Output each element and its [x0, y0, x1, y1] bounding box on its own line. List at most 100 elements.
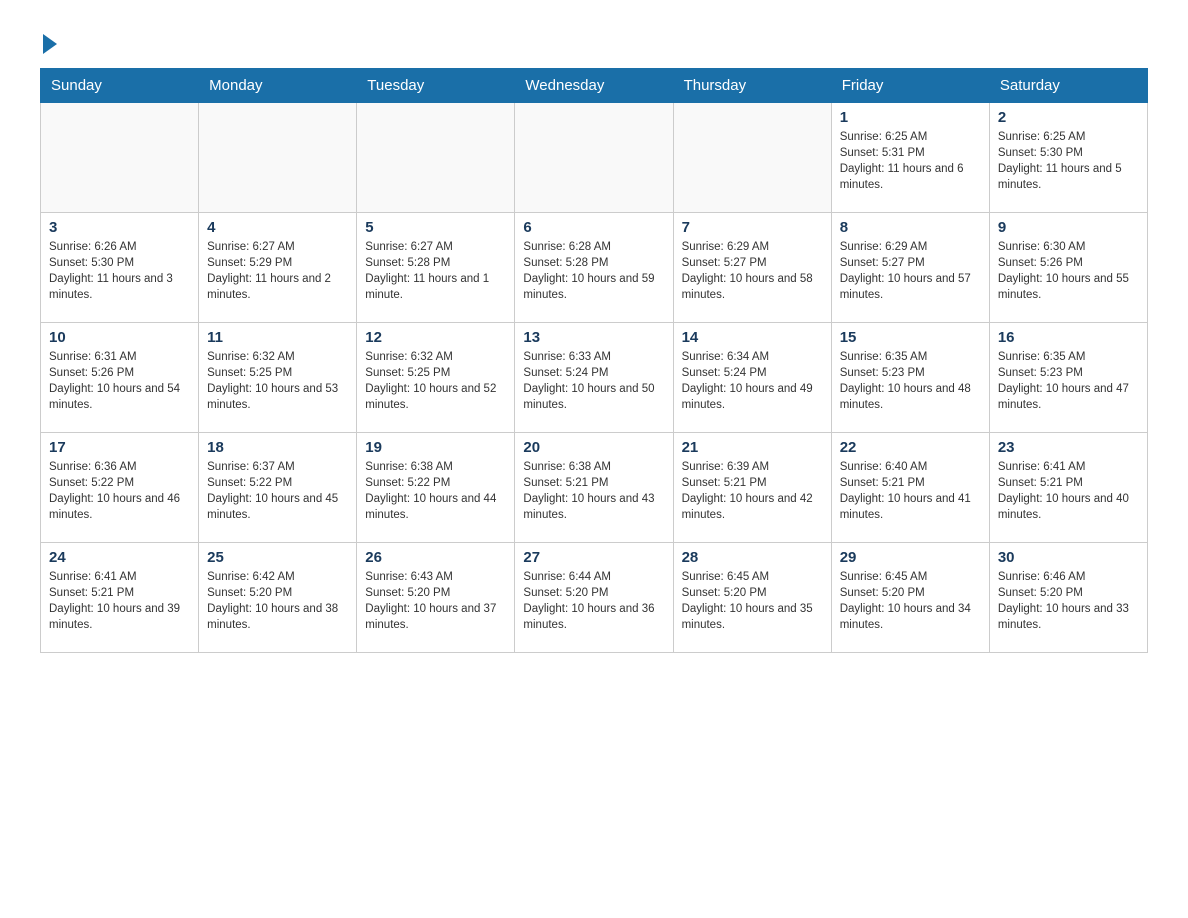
logo-arrow-icon	[43, 34, 57, 54]
day-info: Sunrise: 6:29 AMSunset: 5:27 PMDaylight:…	[682, 239, 823, 303]
calendar-cell: 4 Sunrise: 6:27 AMSunset: 5:29 PMDaylight…	[199, 213, 357, 323]
day-number: 18	[207, 439, 348, 456]
day-number: 13	[523, 329, 664, 346]
calendar-cell: 20 Sunrise: 6:38 AMSunset: 5:21 PMDayligh…	[515, 433, 673, 543]
day-number: 28	[682, 549, 823, 566]
weekday-header-wednesday: Wednesday	[515, 69, 673, 103]
weekday-header-row: SundayMondayTuesdayWednesdayThursdayFrid…	[41, 69, 1148, 103]
day-info: Sunrise: 6:38 AMSunset: 5:22 PMDaylight:…	[365, 459, 506, 523]
day-number: 12	[365, 329, 506, 346]
weekday-header-saturday: Saturday	[989, 69, 1147, 103]
calendar-cell: 8Sunrise: 6:29 AMSunset: 5:27 PMDaylight…	[831, 213, 989, 323]
day-info: Sunrise: 6:34 AMSunset: 5:24 PMDaylight:…	[682, 349, 823, 413]
day-info: Sunrise: 6:27 AMSunset: 5:28 PMDaylight:…	[365, 239, 506, 303]
calendar-week-row: 3 Sunrise: 6:26 AMSunset: 5:30 PMDaylight…	[41, 213, 1148, 323]
day-number: 5	[365, 219, 506, 236]
calendar-cell: 21 Sunrise: 6:39 AMSunset: 5:21 PMDayligh…	[673, 433, 831, 543]
calendar-cell: 23 Sunrise: 6:41 AMSunset: 5:21 PMDayligh…	[989, 433, 1147, 543]
calendar-cell: 5 Sunrise: 6:27 AMSunset: 5:28 PMDaylight…	[357, 213, 515, 323]
day-number: 17	[49, 439, 190, 456]
day-info: Sunrise: 6:33 AMSunset: 5:24 PMDaylight:…	[523, 349, 664, 413]
calendar-cell	[515, 103, 673, 213]
calendar-cell: 10 Sunrise: 6:31 AMSunset: 5:26 PMDayligh…	[41, 323, 199, 433]
weekday-header-monday: Monday	[199, 69, 357, 103]
calendar-cell: 17 Sunrise: 6:36 AMSunset: 5:22 PMDayligh…	[41, 433, 199, 543]
calendar-body: 1 Sunrise: 6:25 AMSunset: 5:31 PMDaylight…	[41, 103, 1148, 653]
day-info: Sunrise: 6:31 AMSunset: 5:26 PMDaylight:…	[49, 349, 190, 413]
calendar-cell: 9 Sunrise: 6:30 AMSunset: 5:26 PMDaylight…	[989, 213, 1147, 323]
day-number: 1	[840, 109, 981, 126]
day-info: Sunrise: 6:26 AMSunset: 5:30 PMDaylight:…	[49, 239, 190, 303]
logo	[40, 30, 57, 48]
day-info: Sunrise: 6:41 AMSunset: 5:21 PMDaylight:…	[49, 569, 190, 633]
calendar-cell: 14 Sunrise: 6:34 AMSunset: 5:24 PMDayligh…	[673, 323, 831, 433]
calendar-cell: 3 Sunrise: 6:26 AMSunset: 5:30 PMDaylight…	[41, 213, 199, 323]
calendar-week-row: 17 Sunrise: 6:36 AMSunset: 5:22 PMDayligh…	[41, 433, 1148, 543]
day-info: Sunrise: 6:25 AMSunset: 5:31 PMDaylight:…	[840, 129, 981, 193]
day-number: 9	[998, 219, 1139, 236]
calendar-cell: 22 Sunrise: 6:40 AMSunset: 5:21 PMDayligh…	[831, 433, 989, 543]
day-info: Sunrise: 6:38 AMSunset: 5:21 PMDaylight:…	[523, 459, 664, 523]
weekday-header-sunday: Sunday	[41, 69, 199, 103]
weekday-header-tuesday: Tuesday	[357, 69, 515, 103]
calendar-cell: 12 Sunrise: 6:32 AMSunset: 5:25 PMDayligh…	[357, 323, 515, 433]
calendar-cell: 11 Sunrise: 6:32 AMSunset: 5:25 PMDayligh…	[199, 323, 357, 433]
day-info: Sunrise: 6:40 AMSunset: 5:21 PMDaylight:…	[840, 459, 981, 523]
day-number: 25	[207, 549, 348, 566]
day-number: 24	[49, 549, 190, 566]
day-info: Sunrise: 6:25 AMSunset: 5:30 PMDaylight:…	[998, 129, 1139, 193]
day-info: Sunrise: 6:45 AMSunset: 5:20 PMDaylight:…	[840, 569, 981, 633]
weekday-header-friday: Friday	[831, 69, 989, 103]
calendar-cell: 27 Sunrise: 6:44 AMSunset: 5:20 PMDayligh…	[515, 543, 673, 653]
day-info: Sunrise: 6:28 AMSunset: 5:28 PMDaylight:…	[523, 239, 664, 303]
calendar-cell: 7 Sunrise: 6:29 AMSunset: 5:27 PMDaylight…	[673, 213, 831, 323]
day-info: Sunrise: 6:37 AMSunset: 5:22 PMDaylight:…	[207, 459, 348, 523]
calendar-week-row: 10 Sunrise: 6:31 AMSunset: 5:26 PMDayligh…	[41, 323, 1148, 433]
day-info: Sunrise: 6:29 AMSunset: 5:27 PMDaylight:…	[840, 239, 981, 303]
day-info: Sunrise: 6:42 AMSunset: 5:20 PMDaylight:…	[207, 569, 348, 633]
day-number: 27	[523, 549, 664, 566]
day-info: Sunrise: 6:32 AMSunset: 5:25 PMDaylight:…	[207, 349, 348, 413]
day-number: 20	[523, 439, 664, 456]
day-info: Sunrise: 6:27 AMSunset: 5:29 PMDaylight:…	[207, 239, 348, 303]
day-number: 29	[840, 549, 981, 566]
day-info: Sunrise: 6:32 AMSunset: 5:25 PMDaylight:…	[365, 349, 506, 413]
weekday-header-thursday: Thursday	[673, 69, 831, 103]
day-number: 22	[840, 439, 981, 456]
day-number: 2	[998, 109, 1139, 126]
day-number: 14	[682, 329, 823, 346]
calendar-cell: 2 Sunrise: 6:25 AMSunset: 5:30 PMDaylight…	[989, 103, 1147, 213]
day-number: 4	[207, 219, 348, 236]
calendar-cell: 25 Sunrise: 6:42 AMSunset: 5:20 PMDayligh…	[199, 543, 357, 653]
calendar-cell: 26Sunrise: 6:43 AMSunset: 5:20 PMDayligh…	[357, 543, 515, 653]
calendar-cell: 15Sunrise: 6:35 AMSunset: 5:23 PMDayligh…	[831, 323, 989, 433]
day-number: 30	[998, 549, 1139, 566]
calendar-week-row: 1 Sunrise: 6:25 AMSunset: 5:31 PMDaylight…	[41, 103, 1148, 213]
day-number: 10	[49, 329, 190, 346]
day-info: Sunrise: 6:46 AMSunset: 5:20 PMDaylight:…	[998, 569, 1139, 633]
day-number: 3	[49, 219, 190, 236]
day-info: Sunrise: 6:35 AMSunset: 5:23 PMDaylight:…	[840, 349, 981, 413]
calendar-cell: 1 Sunrise: 6:25 AMSunset: 5:31 PMDaylight…	[831, 103, 989, 213]
calendar-cell: 6 Sunrise: 6:28 AMSunset: 5:28 PMDaylight…	[515, 213, 673, 323]
day-info: Sunrise: 6:44 AMSunset: 5:20 PMDaylight:…	[523, 569, 664, 633]
day-number: 21	[682, 439, 823, 456]
day-info: Sunrise: 6:45 AMSunset: 5:20 PMDaylight:…	[682, 569, 823, 633]
day-number: 11	[207, 329, 348, 346]
day-number: 26	[365, 549, 506, 566]
day-number: 23	[998, 439, 1139, 456]
day-number: 7	[682, 219, 823, 236]
calendar-cell: 24 Sunrise: 6:41 AMSunset: 5:21 PMDayligh…	[41, 543, 199, 653]
day-info: Sunrise: 6:36 AMSunset: 5:22 PMDaylight:…	[49, 459, 190, 523]
day-info: Sunrise: 6:39 AMSunset: 5:21 PMDaylight:…	[682, 459, 823, 523]
calendar-cell: 13 Sunrise: 6:33 AMSunset: 5:24 PMDayligh…	[515, 323, 673, 433]
calendar-cell: 19 Sunrise: 6:38 AMSunset: 5:22 PMDayligh…	[357, 433, 515, 543]
calendar-header: SundayMondayTuesdayWednesdayThursdayFrid…	[41, 69, 1148, 103]
day-info: Sunrise: 6:30 AMSunset: 5:26 PMDaylight:…	[998, 239, 1139, 303]
calendar-cell: 16Sunrise: 6:35 AMSunset: 5:23 PMDayligh…	[989, 323, 1147, 433]
day-number: 6	[523, 219, 664, 236]
day-info: Sunrise: 6:41 AMSunset: 5:21 PMDaylight:…	[998, 459, 1139, 523]
day-number: 19	[365, 439, 506, 456]
calendar-cell	[199, 103, 357, 213]
calendar-cell: 28 Sunrise: 6:45 AMSunset: 5:20 PMDayligh…	[673, 543, 831, 653]
